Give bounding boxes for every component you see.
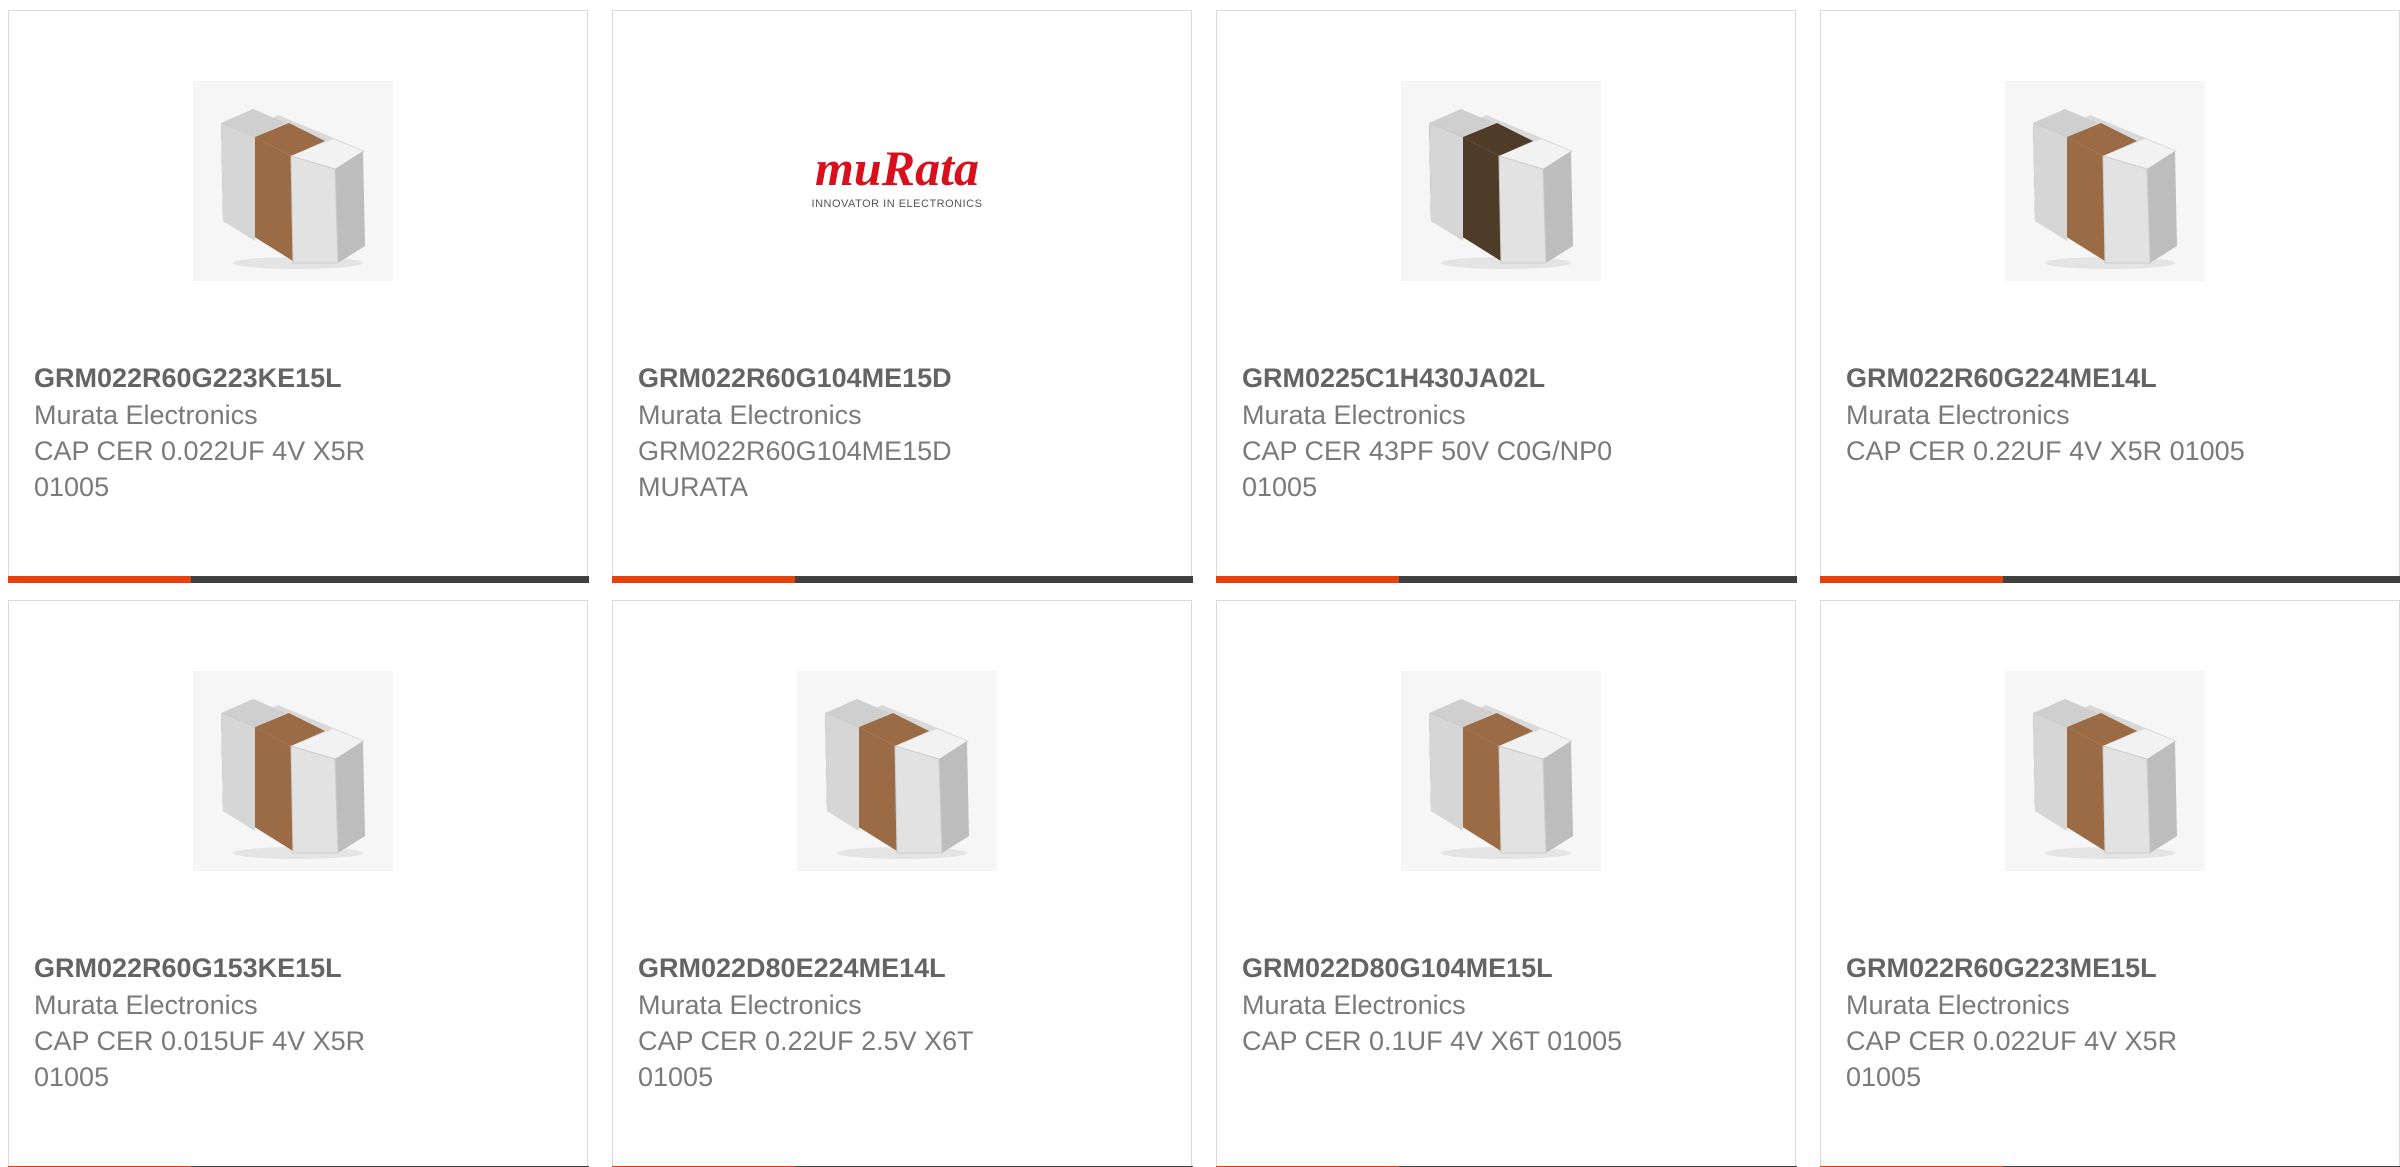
card-footer-bar <box>1819 576 2400 583</box>
product-card[interactable]: GRM022D80E224ME14L Murata Electronics CAP … <box>611 600 1193 1167</box>
part-number[interactable]: GRM022R60G104ME15D <box>638 360 952 396</box>
murata-logo-tagline: INNOVATOR IN ELECTRONICS <box>812 198 983 210</box>
manufacturer: Murata Electronics <box>1242 400 1466 430</box>
product-card[interactable]: GRM022D80G104ME15L Murata Electronics CAP … <box>1215 600 1797 1167</box>
product-image[interactable] <box>797 671 997 871</box>
part-number[interactable]: GRM022D80G104ME15L <box>1242 950 1553 986</box>
part-number[interactable]: GRM022D80E224ME14L <box>638 950 946 986</box>
card-accent-bar <box>611 576 795 583</box>
part-number[interactable]: GRM022R60G153KE15L <box>34 950 342 986</box>
product-card[interactable]: GRM022R60G224ME14L Murata Electronics CAP … <box>1819 10 2400 583</box>
manufacturer: Murata Electronics <box>638 400 862 430</box>
product-description: CAP CER 0.22UF 2.5V X6T 01005 <box>638 1026 974 1092</box>
product-image[interactable] <box>1401 671 1601 871</box>
product-description: GRM022R60G104ME15D MURATA <box>638 436 952 502</box>
product-description: CAP CER 0.22UF 4V X5R 01005 <box>1846 436 2245 466</box>
manufacturer: Murata Electronics <box>1242 990 1466 1020</box>
manufacturer: Murata Electronics <box>34 990 258 1020</box>
product-card[interactable]: muRata INNOVATOR IN ELECTRONICS GRM022R60G… <box>611 10 1193 583</box>
product-card[interactable]: GRM022R60G223KE15L Murata Electronics CAP … <box>7 10 589 583</box>
card-accent-bar <box>1819 576 2003 583</box>
card-footer-bar <box>611 576 1193 583</box>
card-footer-bar <box>7 576 589 583</box>
product-image[interactable] <box>193 671 393 871</box>
product-grid: GRM022R60G223KE15L Murata Electronics CAP … <box>0 0 2400 1167</box>
product-card[interactable]: GRM022R60G153KE15L Murata Electronics CAP … <box>7 600 589 1167</box>
product-image[interactable] <box>2005 671 2205 871</box>
part-number[interactable]: GRM022R60G224ME14L <box>1846 360 2157 396</box>
part-number[interactable]: GRM022R60G223KE15L <box>34 360 342 396</box>
product-card[interactable]: GRM0225C1H430JA02L Murata Electronics CAP … <box>1215 10 1797 583</box>
product-image[interactable] <box>2005 81 2205 281</box>
product-description: CAP CER 0.015UF 4V X5R 01005 <box>34 1026 366 1092</box>
manufacturer: Murata Electronics <box>1846 400 2070 430</box>
product-image[interactable] <box>1401 81 1601 281</box>
product-description: CAP CER 0.022UF 4V X5R 01005 <box>1846 1026 2178 1092</box>
product-description: CAP CER 0.022UF 4V X5R 01005 <box>34 436 366 502</box>
product-image[interactable] <box>193 81 393 281</box>
product-card[interactable]: GRM022R60G223ME15L Murata Electronics CAP … <box>1819 600 2400 1167</box>
card-accent-bar <box>1215 576 1399 583</box>
manufacturer: Murata Electronics <box>1846 990 2070 1020</box>
product-description: CAP CER 43PF 50V C0G/NP0 01005 <box>1242 436 1613 502</box>
product-description: CAP CER 0.1UF 4V X6T 01005 <box>1242 1026 1623 1056</box>
manufacturer: Murata Electronics <box>638 990 862 1020</box>
manufacturer: Murata Electronics <box>34 400 258 430</box>
murata-logo[interactable]: muRata INNOVATOR IN ELECTRONICS <box>797 81 997 281</box>
card-footer-bar <box>1215 576 1797 583</box>
part-number[interactable]: GRM0225C1H430JA02L <box>1242 360 1545 396</box>
card-accent-bar <box>7 576 191 583</box>
murata-logo-wordmark: muRata <box>815 140 979 196</box>
part-number[interactable]: GRM022R60G223ME15L <box>1846 950 2157 986</box>
